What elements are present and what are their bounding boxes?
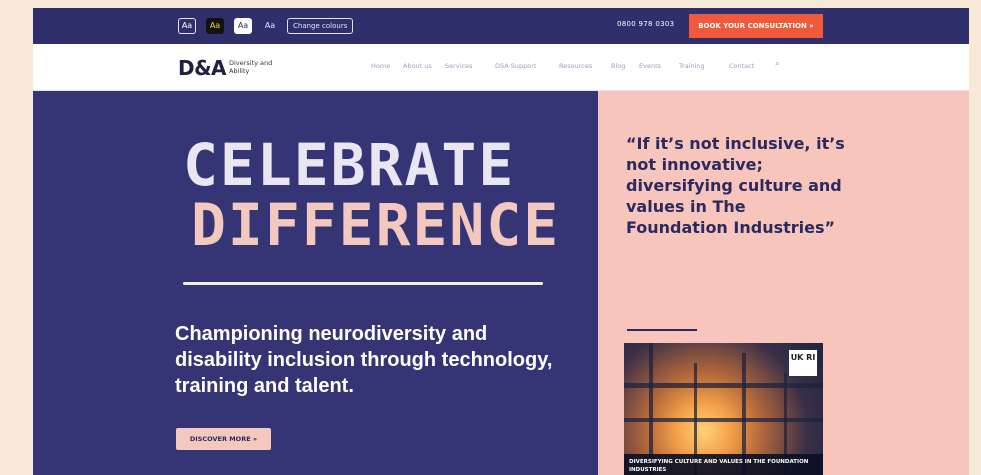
logo[interactable]: D&A [178, 56, 227, 80]
nav-item-events[interactable]: Events [639, 62, 661, 70]
contrast-yellow-button[interactable]: Aa [206, 18, 224, 34]
hero-banner: CELEBRATE DIFFERENCE Championing neurodi… [33, 91, 598, 475]
headline-underline [183, 282, 543, 285]
nav-item-about[interactable]: About us [403, 62, 432, 70]
quote-divider [627, 329, 697, 331]
contrast-plain-button[interactable]: Aa [261, 18, 279, 34]
headline-celebrate: CELEBRATE [183, 131, 516, 199]
website-frame: Aa Aa Aa Aa Change colours 0800 978 0303… [33, 8, 969, 475]
contrast-white-button[interactable]: Aa [234, 18, 252, 34]
nav-item-contact[interactable]: Contact [729, 62, 754, 70]
scaffold-beam [624, 418, 823, 422]
hero-tagline: Championing neurodiversity and disabilit… [175, 323, 553, 397]
headline-difference: DIFFERENCE [191, 191, 561, 259]
nav-item-resources[interactable]: Resources [559, 62, 592, 70]
quote-text: “If it’s not inclusive, it’s not innovat… [626, 134, 845, 237]
discover-more-button[interactable]: DISCOVER MORE » [176, 428, 271, 450]
nav-item-training[interactable]: Training [679, 62, 705, 70]
nav-item-dsa-support[interactable]: DSA Support [495, 62, 536, 70]
accessibility-bar: Aa Aa Aa Aa Change colours 0800 978 0303… [33, 8, 969, 44]
nav-item-home[interactable]: Home [371, 62, 390, 70]
book-consultation-button[interactable]: Book your consultation » [689, 14, 823, 38]
nav-item-blog[interactable]: Blog [611, 62, 625, 70]
nav-item-services[interactable]: Services [445, 62, 472, 70]
phone-number[interactable]: 0800 978 0303 [617, 20, 674, 28]
promo-image[interactable]: UK RI DIVERSIFYING CULTURE AND VALUES IN… [624, 343, 823, 475]
logo-subtitle: Diversity and Ability [229, 59, 273, 75]
quote-panel: “If it’s not inclusive, it’s not innovat… [598, 91, 969, 475]
main-navigation: D&A Diversity and Ability Home About us … [33, 44, 969, 91]
ukri-logo: UK RI [789, 350, 817, 376]
contrast-default-button[interactable]: Aa [178, 18, 196, 34]
promo-caption: DIVERSIFYING CULTURE AND VALUES IN THE F… [624, 454, 823, 475]
search-icon[interactable]: ⌕ [775, 59, 780, 69]
scaffold-beam [624, 383, 823, 388]
change-colours-button[interactable]: Change colours [287, 18, 354, 34]
